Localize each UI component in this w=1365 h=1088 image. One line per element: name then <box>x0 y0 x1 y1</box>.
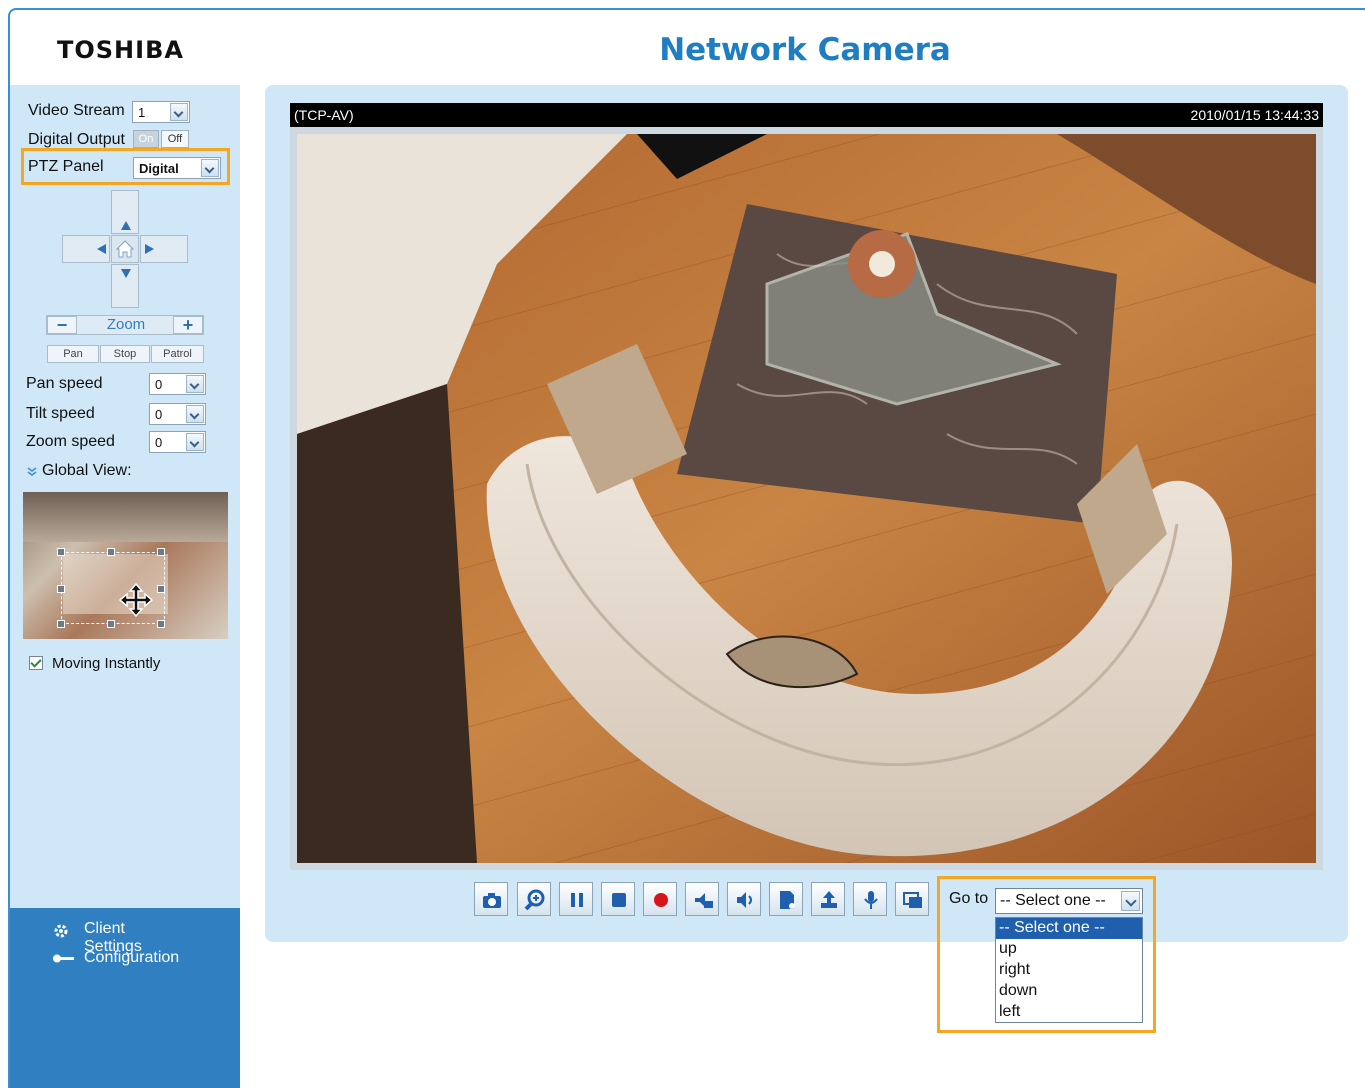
pan-left-button[interactable] <box>62 235 110 263</box>
pan-speed-select[interactable]: 0 <box>149 373 206 395</box>
toshiba-logo: TOSHIBA <box>57 36 184 64</box>
upload-icon <box>821 891 837 908</box>
goto-option[interactable]: up <box>996 939 1142 960</box>
goto-label: Go to <box>949 890 989 907</box>
talk-icon <box>780 891 795 909</box>
goto-dropdown-list: -- Select one -- up right down left <box>995 917 1143 1023</box>
fullscreen-button[interactable] <box>895 882 929 916</box>
video-status-bar: (TCP-AV) 2010/01/15 13:44:33 <box>290 103 1323 127</box>
pan-button[interactable]: Pan <box>47 345 99 363</box>
zoom-label: Zoom <box>106 316 146 333</box>
zoom-icon <box>524 889 545 911</box>
stop-icon <box>612 893 626 907</box>
pan-speed-label: Pan speed <box>26 375 103 392</box>
chevron-down-icon <box>186 375 204 393</box>
zoom-button[interactable] <box>517 882 551 916</box>
resize-handle[interactable] <box>57 548 65 556</box>
global-view-label: Global View: <box>42 462 132 479</box>
moving-instantly-checkbox[interactable] <box>29 656 43 670</box>
wrench-icon <box>53 954 74 963</box>
pan-right-button[interactable] <box>140 235 188 263</box>
double-chevron-down-icon <box>27 467 37 476</box>
goto-selected-value: -- Select one -- <box>1000 892 1106 909</box>
zoom-speed-select[interactable]: 0 <box>149 431 206 453</box>
resize-handle[interactable] <box>57 585 65 593</box>
digital-output-label: Digital Output <box>28 131 125 148</box>
speaker-mute-icon <box>695 893 713 908</box>
moving-instantly-label: Moving Instantly <box>52 655 161 672</box>
chevron-down-icon <box>1121 891 1140 911</box>
global-view-image[interactable] <box>23 492 228 639</box>
resize-handle[interactable] <box>107 620 115 628</box>
tilt-speed-select[interactable]: 0 <box>149 403 206 425</box>
chevron-down-icon <box>201 159 219 177</box>
goto-select[interactable]: -- Select one -- <box>995 888 1143 914</box>
arrow-left-icon <box>97 244 106 254</box>
speaker-mute-button[interactable] <box>685 882 719 916</box>
resize-handle[interactable] <box>157 548 165 556</box>
page-title: Network Camera <box>659 32 951 68</box>
live-video-view[interactable] <box>290 127 1323 870</box>
zoom-speed-label: Zoom speed <box>26 433 115 450</box>
upload-button[interactable] <box>811 882 845 916</box>
tilt-speed-value: 0 <box>155 407 163 422</box>
global-view-wall <box>23 492 228 542</box>
record-icon <box>654 893 668 907</box>
pan-speed-value: 0 <box>155 377 163 392</box>
tilt-down-button[interactable] <box>111 264 139 308</box>
chevron-down-icon <box>186 433 204 451</box>
volume-icon <box>737 892 752 908</box>
goto-option[interactable]: -- Select one -- <box>996 918 1142 939</box>
stream-mode-text: (TCP-AV) <box>294 107 354 123</box>
zoom-out-button[interactable]: − <box>47 316 77 334</box>
arrow-right-icon <box>145 244 154 254</box>
home-button[interactable] <box>111 235 139 263</box>
fullscreen-icon <box>903 892 922 908</box>
video-stream-select[interactable]: 1 <box>132 101 190 123</box>
live-video-frame <box>297 134 1316 863</box>
resize-handle[interactable] <box>107 548 115 556</box>
arrow-down-icon <box>121 269 131 278</box>
gear-icon <box>54 924 68 938</box>
configuration-label: Configuration <box>84 949 180 966</box>
volume-button[interactable] <box>727 882 761 916</box>
video-stream-value: 1 <box>138 105 146 120</box>
digital-output-on-button[interactable]: On <box>133 130 159 148</box>
pause-icon <box>571 893 583 907</box>
tilt-up-button[interactable] <box>111 190 139 234</box>
chevron-down-icon <box>186 405 204 423</box>
goto-option[interactable]: left <box>996 1002 1142 1023</box>
talk-button[interactable] <box>769 882 803 916</box>
goto-option[interactable]: down <box>996 981 1142 1002</box>
stop-button[interactable] <box>601 882 635 916</box>
timestamp-text: 2010/01/15 13:44:33 <box>1190 107 1319 123</box>
video-stream-label: Video Stream <box>28 102 125 119</box>
microphone-button[interactable] <box>853 882 887 916</box>
resize-handle[interactable] <box>57 620 65 628</box>
zoom-speed-value: 0 <box>155 435 163 450</box>
tilt-speed-label: Tilt speed <box>26 405 95 422</box>
goto-option[interactable]: right <box>996 960 1142 981</box>
arrow-up-icon <box>121 221 131 230</box>
resize-handle[interactable] <box>157 585 165 593</box>
ptz-panel-select[interactable]: Digital <box>133 157 221 179</box>
digital-output-off-button[interactable]: Off <box>161 130 189 148</box>
record-button[interactable] <box>643 882 677 916</box>
home-icon <box>115 240 135 258</box>
camera-icon <box>483 893 501 908</box>
microphone-icon <box>864 891 878 909</box>
ptz-panel-label: PTZ Panel <box>28 158 104 175</box>
pause-button[interactable] <box>559 882 593 916</box>
chevron-down-icon <box>170 103 188 121</box>
resize-handle[interactable] <box>157 620 165 628</box>
zoom-in-button[interactable]: + <box>173 316 203 334</box>
ptz-panel-value: Digital <box>139 161 179 176</box>
patrol-button[interactable]: Patrol <box>151 345 204 363</box>
stop-button[interactable]: Stop <box>100 345 150 363</box>
move-cursor-icon <box>118 582 154 618</box>
camera-button[interactable] <box>474 882 508 916</box>
